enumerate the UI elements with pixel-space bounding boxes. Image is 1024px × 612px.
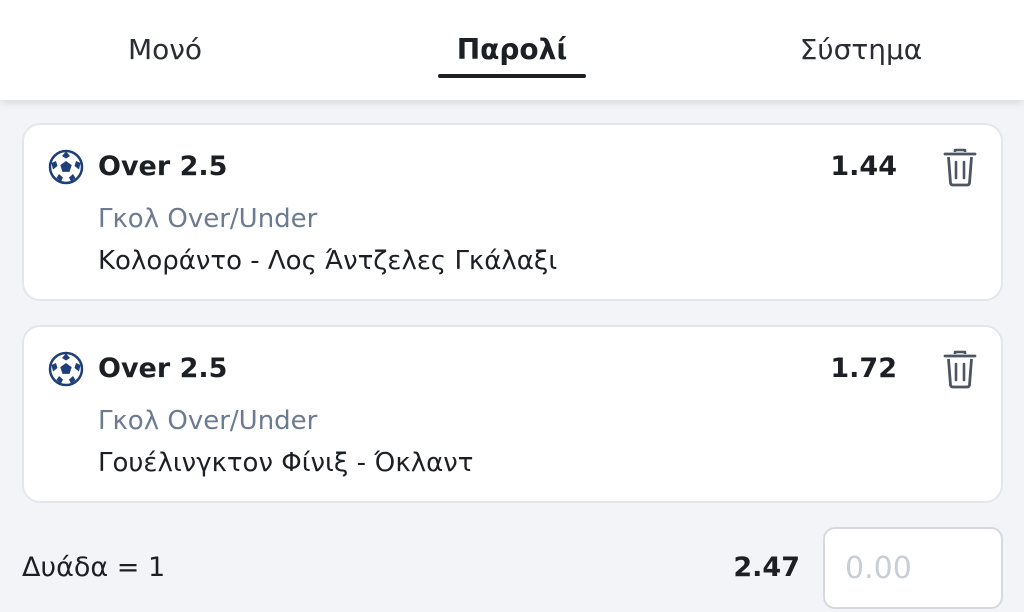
- combo-label: Δυάδα = 1: [22, 552, 166, 583]
- trash-icon[interactable]: [942, 147, 978, 187]
- market-name: Γκολ Over/Under: [98, 204, 318, 234]
- tab-single[interactable]: Μονό: [100, 30, 230, 70]
- stake-input[interactable]: [823, 527, 1003, 609]
- tab-parlay[interactable]: Παρολί: [438, 30, 586, 70]
- bet-card: Over 2.5 1.44 Γκολ Over/Under Κολοράντο …: [22, 123, 1003, 301]
- selection-name: Over 2.5: [98, 353, 228, 384]
- trash-icon[interactable]: [942, 349, 978, 389]
- selection-odds: 1.44: [830, 151, 897, 182]
- soccer-ball-icon: [48, 149, 84, 185]
- tab-system[interactable]: Σύστημα: [790, 30, 932, 70]
- match-name: Γουέλινγκτον Φίνιξ - Όκλαντ: [98, 448, 474, 478]
- selection-name: Over 2.5: [98, 151, 228, 182]
- bet-card: Over 2.5 1.72 Γκολ Over/Under Γουέλινγκτ…: [22, 325, 1003, 503]
- market-name: Γκολ Over/Under: [98, 406, 318, 436]
- match-name: Κολοράντο - Λος Άντζελες Γκάλαξι: [98, 246, 558, 276]
- soccer-ball-icon: [48, 351, 84, 387]
- total-odds: 2.47: [733, 552, 800, 583]
- selection-odds: 1.72: [830, 353, 897, 384]
- active-tab-indicator: [438, 74, 586, 78]
- bet-type-tabs: Μονό Παρολί Σύστημα: [0, 0, 1024, 100]
